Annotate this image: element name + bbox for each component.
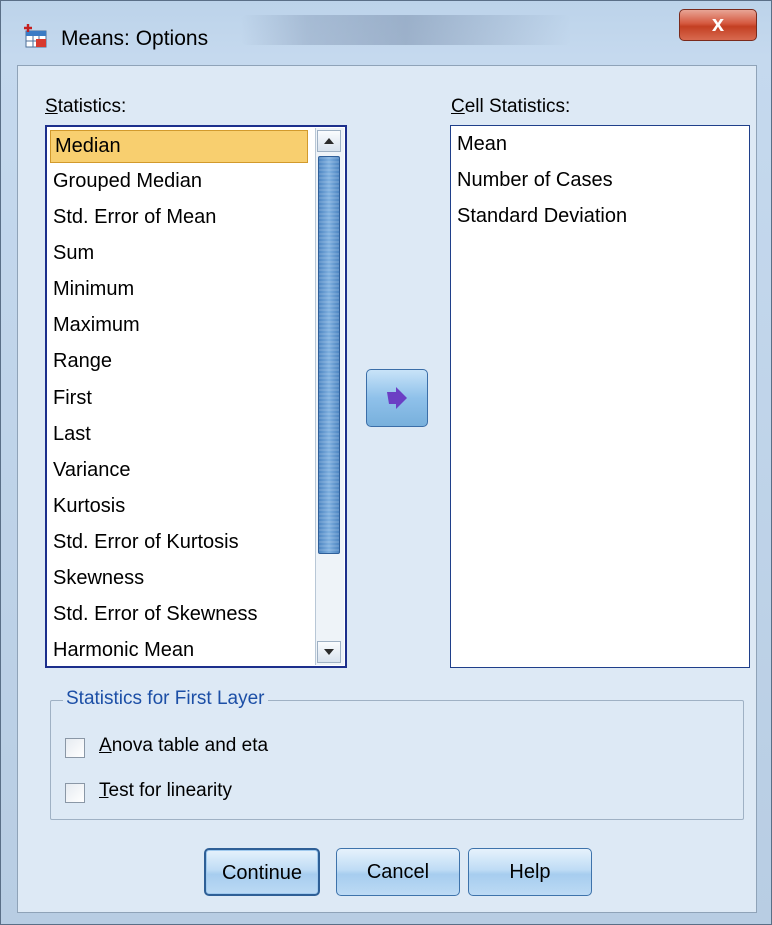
anova-label: Anova table and eta bbox=[99, 735, 269, 756]
statistics-items: Median Grouped Median Std. Error of Mean Su… bbox=[47, 127, 345, 668]
first-layer-title: Statistics for First Layer bbox=[63, 688, 268, 710]
cancel-button[interactable]: Cancel bbox=[336, 848, 460, 896]
statistics-label: Statistics: bbox=[45, 96, 127, 117]
list-item[interactable]: Minimum bbox=[47, 271, 313, 307]
help-button[interactable]: Help bbox=[468, 848, 592, 896]
list-item[interactable]: Skewness bbox=[47, 560, 313, 596]
dialog-client-area: Statistics: Cell Statistics: Median Group… bbox=[17, 65, 757, 913]
list-item[interactable]: Kurtosis bbox=[47, 488, 313, 524]
list-item[interactable]: Sum bbox=[47, 235, 313, 271]
cell-statistics-listbox[interactable]: Mean Number of Cases Standard Deviation bbox=[450, 125, 750, 668]
first-layer-groupbox: Statistics for First Layer Anova table a… bbox=[50, 688, 744, 820]
scroll-thumb[interactable] bbox=[318, 156, 340, 554]
means-options-dialog: Means: Options x Statistics: Cell Statis… bbox=[0, 0, 772, 925]
anova-checkbox[interactable] bbox=[65, 738, 85, 758]
spss-table-icon bbox=[24, 24, 47, 48]
list-item[interactable]: Grouped Median bbox=[47, 163, 313, 199]
list-item[interactable]: Mean bbox=[451, 126, 749, 162]
window-title: Means: Options bbox=[61, 27, 209, 50]
list-item[interactable]: Std. Error of Mean bbox=[47, 199, 313, 235]
scroll-down-button[interactable] bbox=[317, 641, 341, 663]
list-item[interactable]: Harmonic Mean bbox=[47, 632, 313, 668]
continue-button[interactable]: Continue bbox=[204, 848, 320, 896]
linearity-checkbox[interactable] bbox=[65, 783, 85, 803]
statistics-listbox[interactable]: Median Grouped Median Std. Error of Mean Su… bbox=[45, 125, 347, 668]
list-item[interactable]: Range bbox=[47, 343, 313, 379]
title-bar: Means: Options x bbox=[1, 1, 771, 67]
close-icon: x bbox=[711, 11, 725, 36]
list-item[interactable]: Std. Error of Kurtosis bbox=[47, 524, 313, 560]
linearity-label: Test for linearity bbox=[99, 780, 233, 801]
statistics-scrollbar[interactable] bbox=[315, 128, 344, 665]
list-item[interactable]: Last bbox=[47, 416, 313, 452]
list-item[interactable]: Number of Cases bbox=[451, 162, 749, 198]
title-bar-glass bbox=[241, 15, 571, 45]
list-item[interactable]: Median bbox=[50, 130, 308, 163]
list-item[interactable]: First bbox=[47, 380, 313, 416]
move-to-cell-statistics-button[interactable] bbox=[366, 369, 428, 427]
arrow-up-icon bbox=[324, 138, 334, 144]
cell-statistics-label: Cell Statistics: bbox=[451, 96, 571, 117]
close-button[interactable]: x bbox=[679, 9, 757, 41]
move-arrow-icon bbox=[387, 387, 407, 409]
list-item[interactable]: Std. Error of Skewness bbox=[47, 596, 313, 632]
cell-statistics-items: Mean Number of Cases Standard Deviation bbox=[451, 126, 749, 234]
arrow-down-icon bbox=[324, 649, 334, 655]
scroll-up-button[interactable] bbox=[317, 130, 341, 152]
list-item[interactable]: Standard Deviation bbox=[451, 198, 749, 234]
list-item[interactable]: Maximum bbox=[47, 307, 313, 343]
list-item[interactable]: Variance bbox=[47, 452, 313, 488]
